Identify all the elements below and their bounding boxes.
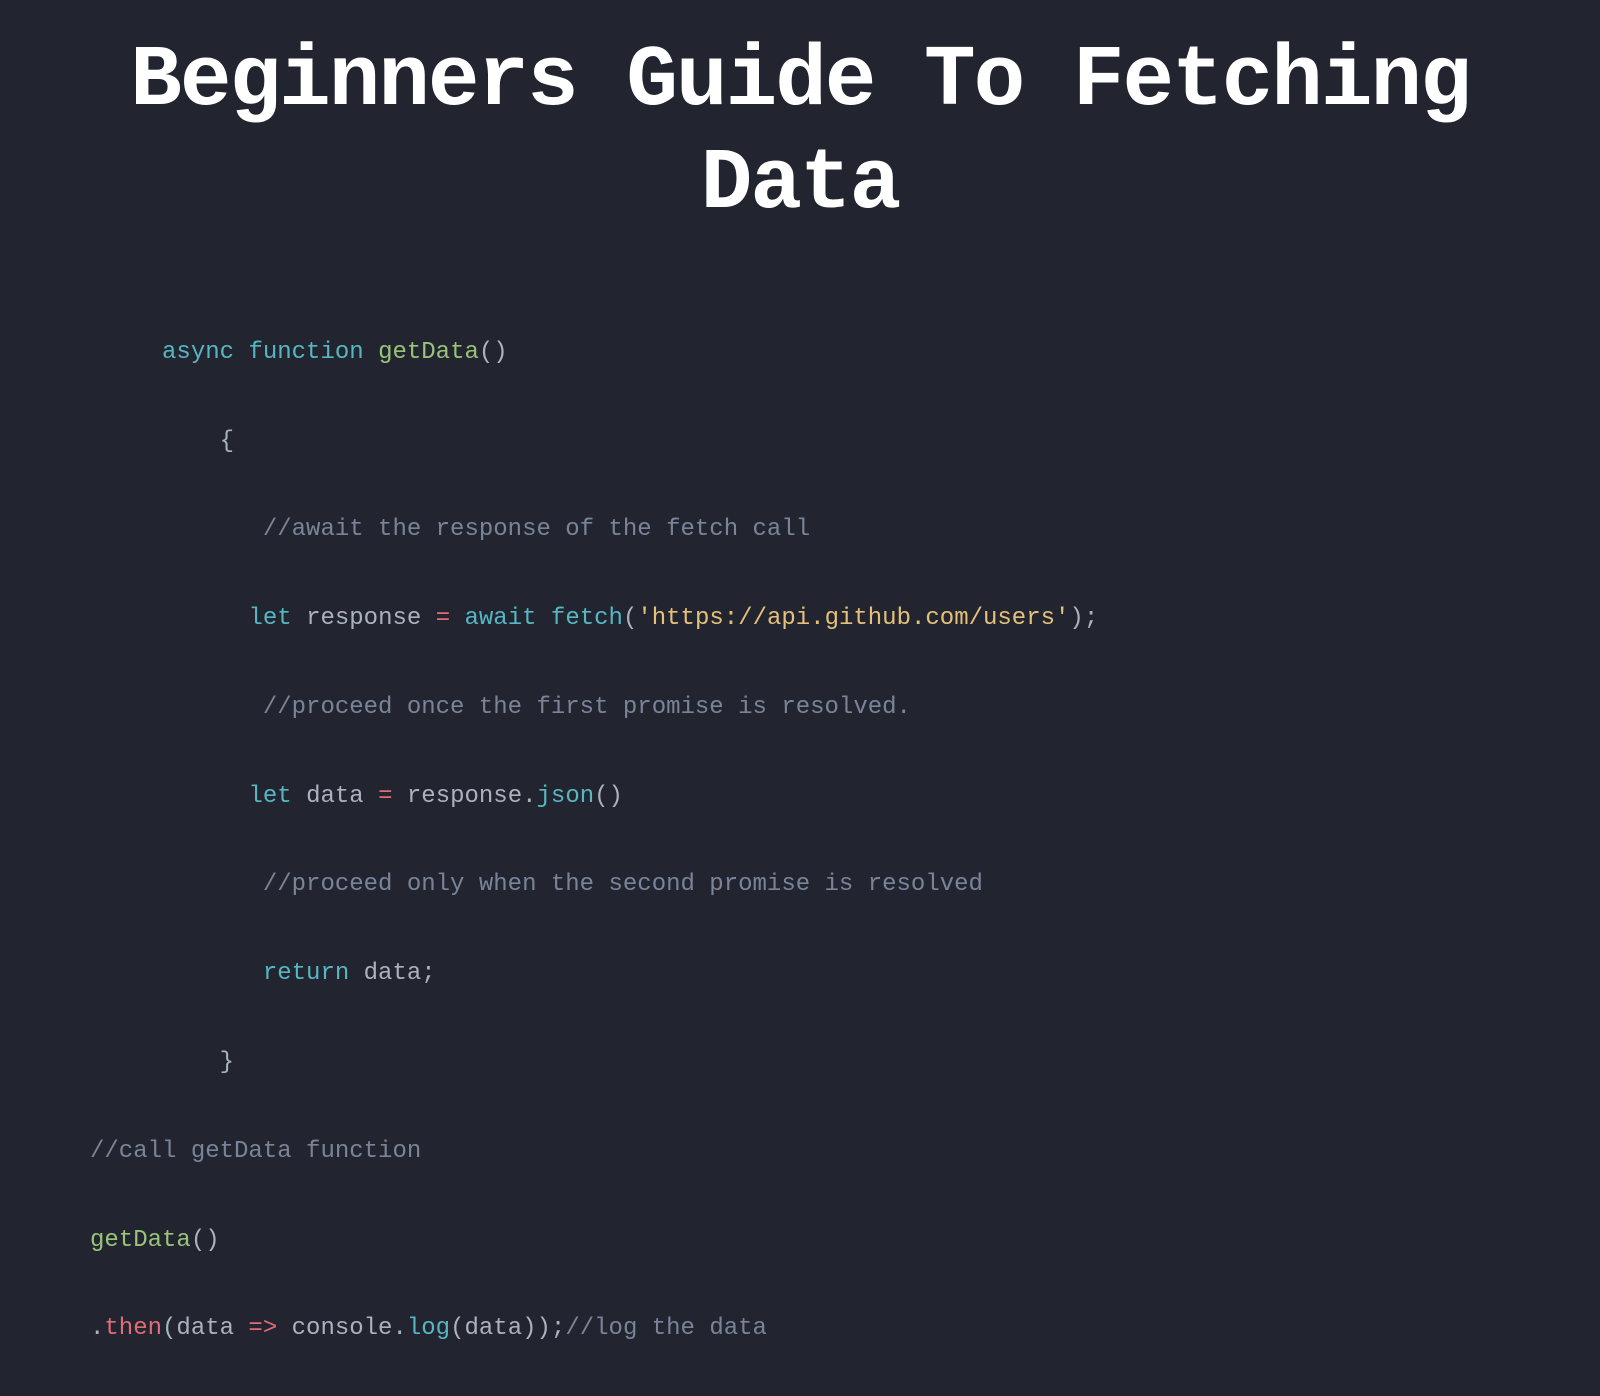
string-url: 'https://api.github.com/users' [637, 605, 1069, 632]
keyword-let: let [248, 605, 291, 632]
keyword-await: await [465, 605, 537, 632]
parens: () [479, 339, 508, 366]
parens: () [594, 783, 623, 810]
var-data: data [364, 960, 422, 987]
code-line-3: //await the response of the fetch call [90, 508, 1510, 552]
close-paren-semi: ); [1069, 605, 1098, 632]
operator-assign: = [436, 605, 450, 632]
close-brace: } [220, 1049, 234, 1076]
fetch-call: fetch [551, 605, 623, 632]
console-ref: console [292, 1315, 393, 1342]
open-paren: ( [450, 1315, 464, 1342]
code-line-10: //call getData function [90, 1130, 1510, 1174]
code-line-9: } [90, 1041, 1510, 1085]
getdata-call: getData [90, 1227, 191, 1254]
code-line-6: let data = response.json() [90, 775, 1510, 819]
code-line-12: .then(data => console.log(data));//log t… [90, 1307, 1510, 1351]
var-data: data [306, 783, 364, 810]
var-response: response [306, 605, 421, 632]
code-line-4: let response = await fetch('https://api.… [90, 597, 1510, 641]
dot: . [392, 1315, 406, 1342]
open-paren: ( [162, 1315, 176, 1342]
operator-assign: = [378, 783, 392, 810]
comment: //call getData function [90, 1138, 421, 1165]
open-brace: { [220, 428, 234, 455]
comment: //log the data [565, 1315, 767, 1342]
keyword-async: async [162, 339, 234, 366]
code-block: async function getData() { //await the r… [90, 286, 1510, 1396]
then-call: then [104, 1315, 162, 1342]
parens: () [191, 1227, 220, 1254]
function-name: getData [378, 339, 479, 366]
code-line-8: return data; [90, 952, 1510, 996]
response-ref: response [407, 783, 522, 810]
code-line-2: { [90, 420, 1510, 464]
param-data: data [176, 1315, 234, 1342]
dot: . [522, 783, 536, 810]
semicolon: ; [421, 960, 435, 987]
comment: //proceed only when the second promise i… [263, 871, 983, 898]
code-line-11: getData() [90, 1219, 1510, 1263]
comment: //await the response of the fetch call [263, 516, 810, 543]
comment: //proceed once the first promise is reso… [263, 694, 911, 721]
code-line-5: //proceed once the first promise is reso… [90, 686, 1510, 730]
page-title: Beginners Guide To Fetching Data [90, 30, 1510, 236]
json-call: json [537, 783, 595, 810]
dot: . [90, 1315, 104, 1342]
code-line-1: async function getData() [90, 331, 1510, 375]
open-paren: ( [623, 605, 637, 632]
close-parens-semi: )); [522, 1315, 565, 1342]
keyword-function: function [248, 339, 363, 366]
param-data: data [465, 1315, 523, 1342]
log-call: log [407, 1315, 450, 1342]
arrow: => [234, 1315, 292, 1342]
keyword-return: return [263, 960, 349, 987]
keyword-let: let [248, 783, 291, 810]
code-line-7: //proceed only when the second promise i… [90, 863, 1510, 907]
